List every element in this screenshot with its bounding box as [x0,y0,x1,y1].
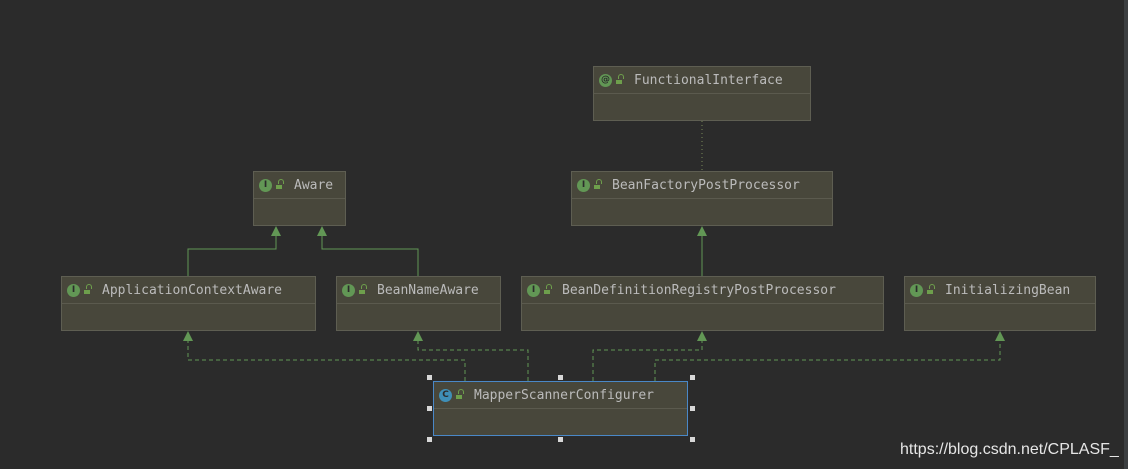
interface-icon: I [342,283,355,297]
node-application-context-aware[interactable]: I ApplicationContextAware [61,276,316,331]
public-lock-icon [594,178,602,189]
arrowhead-bean-factory-post-processor [697,226,707,236]
arrowhead-aware-right [317,226,327,236]
class-icon: C [439,388,452,402]
edge-implements-initializing-bean [654,338,1001,381]
node-name: InitializingBean [945,282,1071,298]
annotation-icon: @ [599,73,612,87]
node-initializing-bean[interactable]: I InitializingBean [904,276,1096,331]
edge-extends-application-context-aware [187,233,277,276]
edge-extends-bean-name-aware [321,233,419,276]
edge-implements-application-context-aware [187,338,466,381]
node-name: BeanFactoryPostProcessor [612,177,800,193]
arrowhead-bean-definition-registry-post-processor [697,331,707,341]
resize-handle-bottom-left[interactable] [427,437,432,442]
resize-handle-top-left[interactable] [427,375,432,380]
resize-handle-bottom[interactable] [558,437,563,442]
arrowhead-aware-left [271,226,281,236]
node-header: I InitializingBean [905,277,1095,304]
interface-icon: I [910,283,923,297]
public-lock-icon [927,283,935,294]
resize-handle-top[interactable] [558,375,563,380]
public-lock-icon [544,283,552,294]
node-mapper-scanner-configurer[interactable]: C MapperScannerConfigurer [433,381,688,436]
interface-icon: I [259,178,272,192]
public-lock-icon [616,73,624,84]
resize-handle-left[interactable] [427,406,432,411]
diagram-canvas: @ FunctionalInterface I Aware I BeanFact… [0,0,1128,469]
node-bean-name-aware[interactable]: I BeanNameAware [336,276,501,331]
interface-icon: I [527,283,540,297]
resize-handle-right[interactable] [690,406,695,411]
node-aware[interactable]: I Aware [253,171,346,226]
node-header: C MapperScannerConfigurer [434,382,687,409]
node-header: I BeanNameAware [337,277,500,304]
node-header: I ApplicationContextAware [62,277,315,304]
node-name: ApplicationContextAware [102,282,283,298]
arrowhead-application-context-aware [183,331,193,341]
node-name: BeanDefinitionRegistryPostProcessor [562,282,836,298]
watermark: https://blog.csdn.net/CPLASF_ [900,441,1119,458]
node-header: @ FunctionalInterface [594,67,810,94]
resize-handle-top-right[interactable] [690,375,695,380]
arrowhead-bean-name-aware [413,331,423,341]
node-functional-interface[interactable]: @ FunctionalInterface [593,66,811,121]
node-name: BeanNameAware [377,282,479,298]
node-header: I Aware [254,172,345,199]
interface-icon: I [67,283,80,297]
public-lock-icon [359,283,367,294]
interface-icon: I [577,178,590,192]
resize-handle-bottom-right[interactable] [690,437,695,442]
public-lock-icon [276,178,284,189]
node-name: MapperScannerConfigurer [474,387,655,403]
public-lock-icon [84,283,92,294]
node-name: FunctionalInterface [634,72,783,88]
node-name: Aware [294,177,334,193]
public-lock-icon [456,388,464,399]
node-header: I BeanFactoryPostProcessor [572,172,832,199]
arrowhead-initializing-bean [995,331,1005,341]
node-header: I BeanDefinitionRegistryPostProcessor [522,277,883,304]
window-edge [1124,0,1128,469]
node-bean-factory-post-processor[interactable]: I BeanFactoryPostProcessor [571,171,833,226]
node-bean-definition-registry-post-processor[interactable]: I BeanDefinitionRegistryPostProcessor [521,276,884,331]
